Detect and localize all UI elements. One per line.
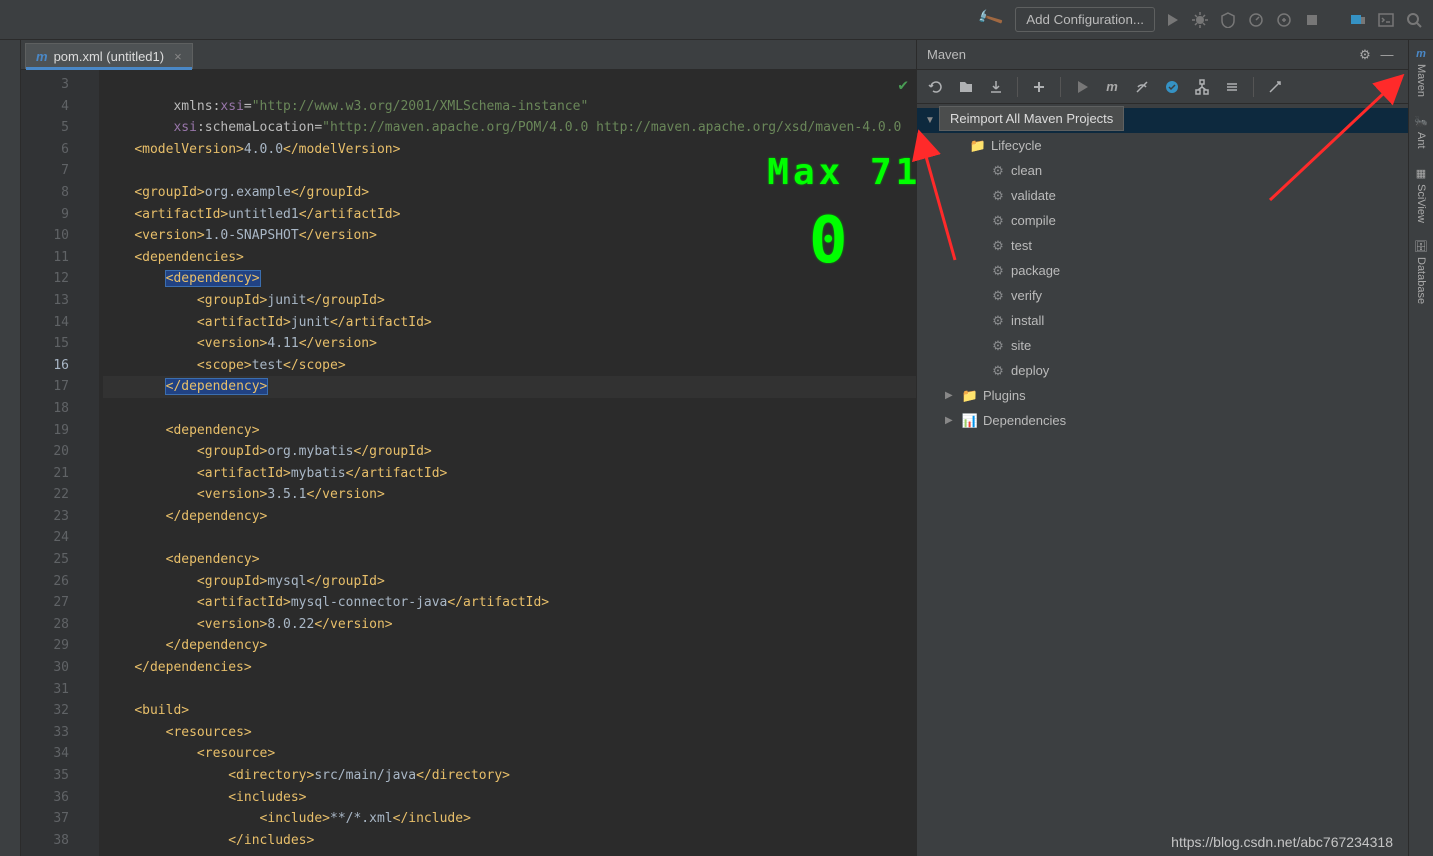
maven-toolbar: m <box>917 70 1408 104</box>
gear-icon: ⚙ <box>989 338 1007 354</box>
folder-icon: 📁 <box>969 138 987 154</box>
run-maven-icon[interactable] <box>1069 74 1095 100</box>
debug-icon[interactable] <box>1189 9 1211 31</box>
maven-header: Maven ⚙ — <box>917 40 1408 70</box>
collapse-all-icon[interactable] <box>1219 74 1245 100</box>
terminal-icon[interactable] <box>1375 9 1397 31</box>
tree-plugins[interactable]: ▶ 📁 Plugins <box>917 383 1408 408</box>
tree-package[interactable]: ⚙package <box>917 258 1408 283</box>
right-tool-rail: mMaven 🐜Ant ▦SciView 🗄Database <box>1408 40 1433 856</box>
settings-icon[interactable]: ⚙ <box>1354 47 1376 63</box>
tab-label: pom.xml (untitled1) <box>54 49 165 64</box>
show-dependencies-icon[interactable] <box>1189 74 1215 100</box>
dependencies-icon: 📊 <box>961 413 979 429</box>
code-content[interactable]: xmlns:xsi="http://www.w3.org/2001/XMLSch… <box>99 70 916 856</box>
profile-icon[interactable] <box>1245 9 1267 31</box>
gear-icon: ⚙ <box>989 263 1007 279</box>
attach-icon[interactable] <box>1273 9 1295 31</box>
rail-maven[interactable]: mMaven <box>1415 48 1427 97</box>
line-number-gutter: 3456789101112131415161718192021222324252… <box>21 70 79 856</box>
editor-tabbar: m pom.xml (untitled1) × <box>21 40 916 70</box>
gear-icon: ⚙ <box>989 238 1007 254</box>
execute-goal-icon[interactable]: m <box>1099 74 1125 100</box>
tree-install[interactable]: ⚙install <box>917 308 1408 333</box>
chevron-right-icon[interactable]: ▶ <box>945 415 957 426</box>
folder-icon: 📁 <box>961 388 979 404</box>
tab-pom[interactable]: m pom.xml (untitled1) × <box>25 43 193 69</box>
fold-gutter <box>79 70 99 856</box>
maven-settings-icon[interactable] <box>1262 74 1288 100</box>
download-sources-icon[interactable] <box>983 74 1009 100</box>
watermark-url: https://blog.csdn.net/abc767234318 <box>1171 834 1393 850</box>
top-toolbar: 🔨 Add Configuration... <box>0 0 1433 40</box>
tree-site[interactable]: ⚙site <box>917 333 1408 358</box>
add-configuration-button[interactable]: Add Configuration... <box>1015 7 1155 32</box>
add-project-icon[interactable] <box>1026 74 1052 100</box>
coverage-icon[interactable] <box>1217 9 1239 31</box>
inspection-ok-icon[interactable]: ✔ <box>898 74 908 96</box>
gear-icon: ⚙ <box>989 213 1007 229</box>
tree-validate[interactable]: ⚙validate <box>917 183 1408 208</box>
rail-database[interactable]: 🗄Database <box>1414 240 1428 304</box>
reimport-tooltip: Reimport All Maven Projects <box>939 106 1124 131</box>
close-tab-icon[interactable]: × <box>174 49 182 64</box>
gear-icon: ⚙ <box>989 163 1007 179</box>
stop-icon[interactable] <box>1301 9 1323 31</box>
maven-tree[interactable]: ▼ Reimport All Maven Projects 📁 Lifecycl… <box>917 104 1408 856</box>
tree-verify[interactable]: ⚙verify <box>917 283 1408 308</box>
chevron-right-icon[interactable]: ▶ <box>945 390 957 401</box>
gear-icon: ⚙ <box>989 188 1007 204</box>
rail-ant[interactable]: 🐜Ant <box>1414 115 1428 149</box>
tree-lifecycle[interactable]: 📁 Lifecycle <box>917 133 1408 158</box>
run-icon[interactable] <box>1161 9 1183 31</box>
project-structure-icon[interactable] <box>1347 9 1369 31</box>
maven-title: Maven <box>927 47 1354 62</box>
generate-sources-icon[interactable] <box>953 74 979 100</box>
build-icon[interactable]: 🔨 <box>975 5 1005 34</box>
rail-sciview[interactable]: ▦SciView <box>1415 167 1427 223</box>
tree-test[interactable]: ⚙test <box>917 233 1408 258</box>
tree-dependencies[interactable]: ▶ 📊 Dependencies <box>917 408 1408 433</box>
maven-file-icon: m <box>36 49 48 64</box>
gear-icon: ⚙ <box>989 288 1007 304</box>
gear-icon: ⚙ <box>989 313 1007 329</box>
search-everywhere-icon[interactable] <box>1403 9 1425 31</box>
tree-compile[interactable]: ⚙compile <box>917 208 1408 233</box>
tree-clean[interactable]: ⚙clean <box>917 158 1408 183</box>
left-gutter <box>0 40 21 856</box>
skip-tests-icon[interactable] <box>1159 74 1185 100</box>
chevron-down-icon[interactable]: ▼ <box>925 115 937 126</box>
overlay-graphic: Max 710 0 <box>689 140 916 314</box>
maven-tool-window: Maven ⚙ — m ▼ Reimport All Maven P <box>916 40 1408 856</box>
tree-deploy[interactable]: ⚙deploy <box>917 358 1408 383</box>
minimize-icon[interactable]: — <box>1376 47 1398 62</box>
toggle-offline-icon[interactable] <box>1129 74 1155 100</box>
gear-icon: ⚙ <box>989 363 1007 379</box>
editor-area[interactable]: 3456789101112131415161718192021222324252… <box>21 70 916 856</box>
reimport-icon[interactable] <box>923 74 949 100</box>
